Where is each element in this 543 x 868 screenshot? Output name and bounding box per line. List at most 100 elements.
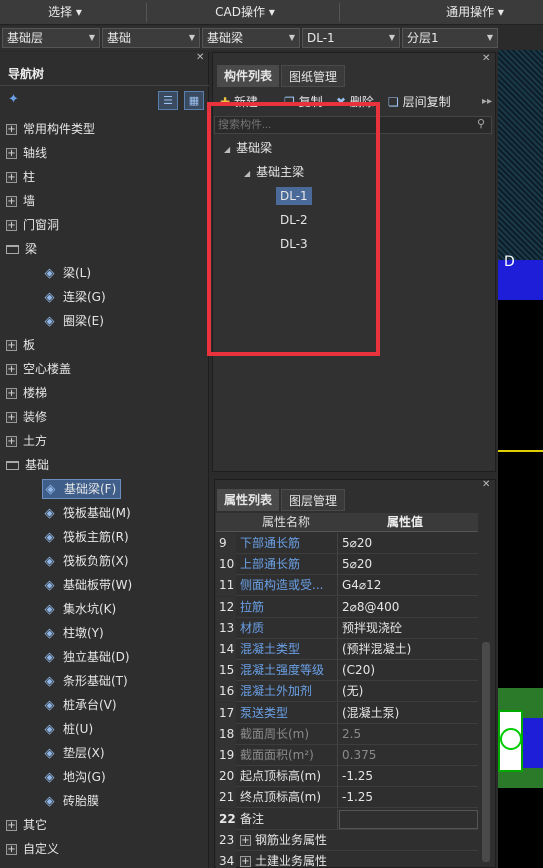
property-row[interactable]: 15 混凝土强度等级 (C20) bbox=[216, 660, 478, 682]
nav-item-1[interactable]: + 轴线 bbox=[6, 141, 47, 165]
property-row[interactable]: 20 起点顶标高(m) -1.25 bbox=[216, 766, 478, 788]
expand-plus-icon[interactable]: + bbox=[6, 340, 17, 351]
property-row[interactable]: 17 泵送类型 (混凝土泵) bbox=[216, 702, 478, 724]
property-row[interactable]: 22 备注 bbox=[216, 808, 478, 830]
property-row[interactable]: 23 + 钢筋业务属性 bbox=[216, 829, 478, 851]
nav-item-3[interactable]: + 墙 bbox=[6, 189, 35, 213]
property-row[interactable]: 21 终点顶标高(m) -1.25 bbox=[216, 787, 478, 809]
general-ops-menu[interactable]: 通用操作 ▾ bbox=[430, 0, 520, 25]
nav-item-15[interactable]: ◈ 基础梁(F) bbox=[42, 479, 122, 499]
property-row[interactable]: 9 下部通长筋 5⌀20 bbox=[216, 533, 478, 554]
close-icon[interactable]: ✕ bbox=[482, 53, 490, 64]
nav-item-4[interactable]: + 门窗洞 bbox=[6, 213, 59, 237]
property-value[interactable]: (混凝土泵) bbox=[339, 703, 478, 724]
property-row[interactable]: 11 侧面构造或受... G4⌀12 bbox=[216, 575, 478, 597]
property-value[interactable]: 5⌀20 bbox=[339, 533, 478, 554]
expand-plus-icon[interactable]: + bbox=[6, 436, 17, 447]
expand-plus-icon[interactable]: + bbox=[240, 834, 251, 846]
nav-item-26[interactable]: ◈ 垫层(X) bbox=[42, 741, 105, 765]
property-value[interactable]: 预拌现浇砼 bbox=[339, 618, 478, 639]
nav-item-2[interactable]: + 柱 bbox=[6, 165, 35, 189]
search-icon[interactable]: ⚲ bbox=[477, 117, 485, 130]
nav-item-18[interactable]: ◈ 筏板负筋(X) bbox=[42, 549, 129, 573]
floor-select[interactable]: 基础层 ▼ bbox=[2, 28, 100, 48]
nav-item-30[interactable]: + 自定义 bbox=[6, 837, 59, 861]
nav-item-28[interactable]: ◈ 砖胎膜 bbox=[42, 789, 100, 813]
nav-item-23[interactable]: ◈ 条形基础(T) bbox=[42, 669, 128, 693]
nav-item-11[interactable]: + 楼梯 bbox=[6, 381, 47, 405]
nav-item-0[interactable]: + 常用构件类型 bbox=[6, 117, 95, 141]
nav-item-29[interactable]: + 其它 bbox=[6, 813, 47, 837]
drawing-canvas[interactable]: D bbox=[498, 50, 543, 868]
layer-select[interactable]: 分层1 ▼ bbox=[402, 28, 498, 48]
expand-plus-icon[interactable]: + bbox=[6, 148, 17, 159]
list-view-button[interactable]: ☰ bbox=[158, 91, 178, 110]
property-value[interactable]: -1.25 bbox=[339, 766, 478, 787]
more-icon[interactable]: ▸▸ bbox=[482, 92, 492, 112]
expand-plus-icon[interactable]: + bbox=[6, 196, 17, 207]
property-row[interactable]: 18 截面周长(m) 2.5 bbox=[216, 723, 478, 745]
component-type-select[interactable]: 基础梁 ▼ bbox=[202, 28, 300, 48]
property-value[interactable]: (预拌混凝土) bbox=[339, 639, 478, 660]
expand-plus-icon[interactable]: + bbox=[6, 844, 17, 855]
nav-item-12[interactable]: + 装修 bbox=[6, 405, 47, 429]
tab-layer-management[interactable]: 图层管理 bbox=[281, 489, 346, 511]
property-value[interactable]: 0.375 bbox=[339, 745, 478, 766]
pin-icon[interactable]: ✦ bbox=[8, 92, 19, 107]
select-menu[interactable]: 选择 ▾ bbox=[30, 0, 100, 25]
expand-plus-icon[interactable]: + bbox=[6, 388, 17, 399]
property-row[interactable]: 16 混凝土外加剂 (无) bbox=[216, 681, 478, 703]
property-group-name[interactable]: + 土建业务属性 bbox=[237, 851, 477, 868]
property-value[interactable]: -1.25 bbox=[339, 787, 478, 808]
property-row[interactable]: 19 截面面积(m²) 0.375 bbox=[216, 745, 478, 766]
grid-view-button[interactable]: ▦ bbox=[184, 91, 204, 110]
property-value[interactable]: 5⌀20 bbox=[339, 554, 478, 575]
property-value[interactable]: (无) bbox=[339, 681, 478, 702]
expand-plus-icon[interactable]: + bbox=[6, 220, 17, 231]
property-value[interactable]: G4⌀12 bbox=[339, 575, 478, 596]
nav-item-24[interactable]: ◈ 桩承台(V) bbox=[42, 693, 117, 717]
property-value[interactable]: 2.5 bbox=[339, 724, 478, 745]
property-name: 截面面积(m²) bbox=[237, 745, 338, 766]
property-value[interactable]: (C20) bbox=[339, 660, 478, 681]
category-select[interactable]: 基础 ▼ bbox=[102, 28, 200, 48]
property-row[interactable]: 13 材质 预拌现浇砼 bbox=[216, 617, 478, 639]
expand-plus-icon[interactable]: + bbox=[6, 364, 17, 375]
nav-item-25[interactable]: ◈ 桩(U) bbox=[42, 717, 94, 741]
cad-ops-menu[interactable]: CAD操作 ▾ bbox=[190, 0, 300, 25]
property-scrollbar[interactable] bbox=[482, 642, 490, 862]
expand-plus-icon[interactable]: + bbox=[6, 412, 17, 423]
property-group-name[interactable]: + 钢筋业务属性 bbox=[237, 830, 477, 851]
nav-item-7[interactable]: ◈ 连梁(G) bbox=[42, 285, 106, 309]
nav-item-14[interactable]: 基础 bbox=[6, 453, 49, 477]
expand-plus-icon[interactable]: + bbox=[6, 124, 17, 135]
nav-item-9[interactable]: + 板 bbox=[6, 333, 35, 357]
nav-item-22[interactable]: ◈ 独立基础(D) bbox=[42, 645, 130, 669]
expand-plus-icon[interactable]: + bbox=[240, 856, 251, 867]
expand-plus-icon[interactable]: + bbox=[6, 820, 17, 831]
property-value[interactable]: 2⌀8@400 bbox=[339, 597, 478, 618]
nav-item-27[interactable]: ◈ 地沟(G) bbox=[42, 765, 106, 789]
property-value[interactable] bbox=[339, 809, 478, 829]
property-row[interactable]: 10 上部通长筋 5⌀20 bbox=[216, 554, 478, 576]
close-icon[interactable]: ✕ bbox=[482, 479, 490, 490]
component-select[interactable]: DL-1 ▼ bbox=[302, 28, 400, 48]
tab-drawing-management[interactable]: 图纸管理 bbox=[281, 65, 346, 87]
property-row[interactable]: 12 拉筋 2⌀8@400 bbox=[216, 596, 478, 618]
nav-item-5[interactable]: 梁 bbox=[6, 237, 37, 261]
expand-plus-icon[interactable]: + bbox=[6, 172, 17, 183]
nav-item-6[interactable]: ◈ 梁(L) bbox=[42, 261, 92, 285]
nav-item-21[interactable]: ◈ 柱墩(Y) bbox=[42, 621, 104, 645]
tab-component-list[interactable]: 构件列表 bbox=[217, 65, 280, 87]
nav-item-10[interactable]: + 空心楼盖 bbox=[6, 357, 71, 381]
property-row[interactable]: 34 + 土建业务属性 bbox=[216, 851, 478, 868]
floor-copy-button[interactable]: ❏ 层间复制 bbox=[388, 92, 451, 112]
nav-item-17[interactable]: ◈ 筏板主筋(R) bbox=[42, 525, 129, 549]
nav-item-19[interactable]: ◈ 基础板带(W) bbox=[42, 573, 133, 597]
nav-item-20[interactable]: ◈ 集水坑(K) bbox=[42, 597, 117, 621]
nav-item-16[interactable]: ◈ 筏板基础(M) bbox=[42, 501, 131, 525]
property-row[interactable]: 14 混凝土类型 (预拌混凝土) bbox=[216, 639, 478, 660]
nav-item-13[interactable]: + 土方 bbox=[6, 429, 47, 453]
tab-property-list[interactable]: 属性列表 bbox=[217, 489, 280, 511]
nav-item-8[interactable]: ◈ 圈梁(E) bbox=[42, 309, 104, 333]
